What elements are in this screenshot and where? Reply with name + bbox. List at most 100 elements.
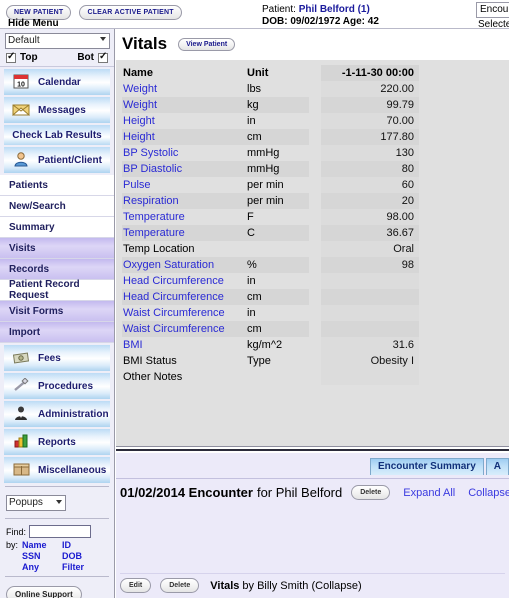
tab-encounter-summary[interactable]: Encounter Summary	[369, 458, 484, 475]
active-patient-info: Patient: Phil Belford (1) DOB: 09/02/197…	[262, 4, 379, 28]
form-name: Vitals	[210, 579, 240, 592]
table-row: Respiration per min 20	[122, 193, 507, 209]
patient-dob-age: DOB: 09/02/1972 Age: 42	[262, 16, 379, 27]
find-input[interactable]	[29, 525, 92, 538]
top-bot-checkbox-row: Top Bot	[0, 49, 114, 67]
column-spacer	[309, 209, 321, 225]
vital-name-link[interactable]: Temperature	[123, 211, 185, 223]
table-row: Temperature F 98.00	[122, 209, 507, 225]
vital-name-link[interactable]: Respiration	[123, 195, 179, 207]
table-row: Other Notes	[122, 369, 507, 385]
sidebar-item-records[interactable]: Records	[0, 259, 114, 280]
vital-name-link[interactable]: Waist Circumference	[123, 307, 225, 319]
collapse-all-link[interactable]: Collapse All	[468, 487, 509, 499]
patient-name[interactable]: Phil Belford (1)	[299, 4, 370, 15]
column-spacer	[309, 113, 321, 129]
vital-value: 99.79	[386, 99, 414, 111]
find-label: Find:	[6, 526, 27, 537]
find-by-filter-link[interactable]: Filter	[62, 562, 102, 573]
column-tail	[419, 273, 507, 289]
sidebar-item-patients[interactable]: Patients	[0, 175, 114, 196]
column-spacer	[309, 369, 321, 385]
vital-name-link[interactable]: BP Diastolic	[123, 163, 182, 175]
sidebar-item-import[interactable]: Import	[0, 322, 114, 343]
encounter-form-row: Edit Delete Vitals by Billy Smith (Colla…	[120, 573, 505, 593]
sidebar-item-new-search[interactable]: New/Search	[0, 196, 114, 217]
sidebar-item-patient-record-request[interactable]: Patient Record Request	[0, 279, 114, 301]
edit-form-button[interactable]: Edit	[120, 578, 152, 593]
find-by-links: Name ID SSN DOB Any Filter	[22, 540, 102, 573]
vital-name-link[interactable]: Temperature	[123, 227, 185, 239]
column-header-unit: Unit	[247, 65, 309, 81]
vitals-table-body: Name Unit -1-11-30 00:00 Weight lbs 220.…	[122, 65, 507, 385]
column-tail	[419, 369, 507, 385]
sidebar-item-reports[interactable]: Reports	[4, 429, 110, 455]
sidebar-item-visit-forms[interactable]: Visit Forms	[0, 301, 114, 322]
theme-select-wrap: Default	[0, 29, 114, 49]
column-spacer	[309, 145, 321, 161]
popups-select[interactable]: Popups	[6, 495, 66, 511]
sidebar-item-procedures[interactable]: Procedures	[4, 373, 110, 399]
bot-checkbox[interactable]	[98, 51, 108, 63]
vital-name-link[interactable]: Oxygen Saturation	[123, 259, 214, 271]
sidebar-item-summary[interactable]: Summary	[0, 217, 114, 238]
hide-menu-link[interactable]: Hide Menu	[8, 18, 59, 29]
delete-form-button[interactable]: Delete	[160, 578, 200, 593]
vital-name-link[interactable]: Weight	[123, 83, 157, 95]
find-by-any-link[interactable]: Any	[22, 562, 62, 573]
vital-value: 130	[395, 147, 414, 159]
table-row: Height cm 177.80	[122, 129, 507, 145]
column-spacer	[309, 65, 321, 81]
sidebar-item-messages[interactable]: Messages	[4, 97, 110, 123]
find-by-ssn-link[interactable]: SSN	[22, 551, 62, 562]
online-support-button[interactable]: Online Support	[6, 586, 82, 598]
tab-additional[interactable]: A	[485, 458, 509, 475]
vital-unit: in	[247, 115, 256, 127]
view-patient-button[interactable]: View Patient	[178, 37, 236, 51]
sidebar-item-patient-client[interactable]: Patient/Client	[4, 147, 110, 173]
column-tail	[419, 209, 507, 225]
vital-name-link[interactable]: Head Circumference	[123, 275, 224, 287]
table-row: BP Systolic mmHg 130	[122, 145, 507, 161]
pane-splitter[interactable]	[116, 446, 509, 451]
table-row: Weight kg 99.79	[122, 97, 507, 113]
column-spacer	[309, 257, 321, 273]
svg-text:10: 10	[17, 82, 25, 89]
sidebar-item-label: Reports	[38, 436, 76, 448]
clear-active-patient-button[interactable]: CLEAR ACTIVE PATIENT	[79, 5, 182, 20]
calendar-icon: 10	[8, 73, 34, 91]
theme-select[interactable]: Default	[5, 33, 110, 49]
vital-name-link[interactable]: Head Circumference	[123, 291, 224, 303]
top-checkbox[interactable]	[6, 51, 16, 63]
expand-all-link[interactable]: Expand All	[403, 487, 455, 499]
vital-name-link[interactable]: BP Systolic	[123, 147, 178, 159]
sidebar-divider-3	[5, 576, 109, 577]
find-by-dob-link[interactable]: DOB	[62, 551, 102, 562]
vital-name-link[interactable]: Weight	[123, 99, 157, 111]
sidebar-item-administration[interactable]: Administration	[4, 401, 110, 427]
vital-name-link[interactable]: Waist Circumference	[123, 323, 225, 335]
column-spacer	[309, 321, 321, 337]
encounter-for-patient: for Phil Belford	[256, 485, 343, 500]
find-by-name-link[interactable]: Name	[22, 540, 62, 551]
delete-encounter-button[interactable]: Delete	[351, 485, 391, 500]
find-by-id-link[interactable]: ID	[62, 540, 102, 551]
sidebar-item-miscellaneous[interactable]: Miscellaneous	[4, 457, 110, 483]
sidebar-item-visits[interactable]: Visits	[0, 238, 114, 259]
vital-name-link[interactable]: BMI	[123, 339, 143, 351]
vital-name-link[interactable]: Height	[123, 131, 155, 143]
sidebar-item-calendar[interactable]: 10 Calendar	[4, 69, 110, 95]
sidebar-item-label: Messages	[38, 104, 86, 116]
sidebar-band-check-lab-results[interactable]: Check Lab Results	[4, 125, 110, 145]
encounter-input[interactable]: Encounter	[476, 2, 509, 18]
vital-value: Obesity I	[370, 355, 414, 367]
table-row: Head Circumference in	[122, 273, 507, 289]
form-author[interactable]: by Billy Smith (Collapse)	[242, 580, 361, 592]
sidebar-item-fees[interactable]: Fees	[4, 345, 110, 371]
encounter-title-row: 01/02/2014 Encounter for Phil Belford De…	[120, 485, 509, 500]
column-spacer	[309, 97, 321, 113]
table-row: Head Circumference cm	[122, 289, 507, 305]
vital-name-link[interactable]: Pulse	[123, 179, 151, 191]
vital-name-link[interactable]: Height	[123, 115, 155, 127]
patient-label: Patient:	[262, 4, 296, 15]
